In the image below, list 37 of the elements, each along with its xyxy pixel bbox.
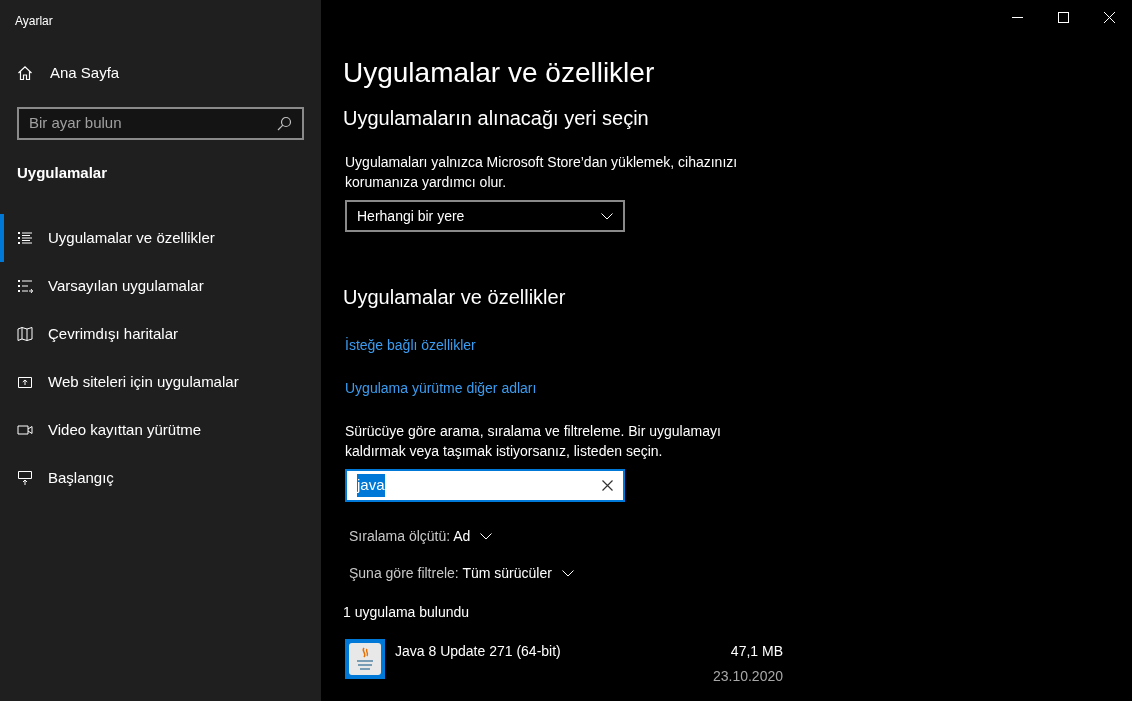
nav-item[interactable]: Video kayıttan yürütme (0, 406, 321, 454)
search-field[interactable]: Bir ayar bulun (17, 106, 304, 140)
app-size: 47,1 MB (730, 642, 783, 661)
search-icon (277, 115, 292, 131)
link[interactable]: Uygulama yürütme diğer adları (345, 378, 537, 399)
close-icon (1103, 11, 1115, 23)
home-link[interactable]: Ana Sayfa (50, 62, 120, 85)
app-name: Java 8 Update 271 (64-bit) (395, 642, 562, 661)
section-heading: Uygulamalar ve özellikler (343, 285, 566, 310)
section-heading: Uygulamalar (17, 162, 108, 183)
coffee-cup-icon (345, 639, 385, 679)
video-icon (17, 422, 33, 438)
description-text: Sürücüye göre arama, sıralama ve filtreleme. Bir uygulamayı kaldırmak veya taşımak istiyorsanız, listeden seçin. (345, 422, 722, 461)
filter-dropdown[interactable]: Şuna göre filtrele: Tüm sürücüler (349, 563, 552, 584)
nav-item[interactable]: Varsayılan uygulamalar (0, 262, 321, 310)
description-text: Uygulamaları yalnızca Microsoft Store’dan yüklemek, cihazınızı korumanıza yardımcı olur. (345, 153, 739, 192)
location-dropdown[interactable]: Herhangi bir yere (345, 200, 625, 232)
section-heading: Uygulamaların alınacağı yeri seçin (343, 106, 649, 131)
chevron-down-icon (601, 212, 613, 220)
list-icon (17, 230, 33, 246)
nav-item[interactable]: Başlangıç (0, 454, 321, 502)
nav-item[interactable]: Uygulamalar ve özellikler (0, 214, 321, 262)
nav-item[interactable]: Çevrimdışı haritalar (0, 310, 321, 358)
clear-icon (602, 480, 613, 491)
home-icon (17, 65, 33, 82)
nav-item[interactable]: Web siteleri için uygulamalar (0, 358, 321, 406)
map-icon (17, 326, 33, 342)
page-title: Uygulamalar ve özellikler (343, 56, 655, 90)
app-search-field[interactable]: java (345, 469, 625, 502)
maximize-icon (1057, 11, 1069, 23)
window-title: Ayarlar (15, 13, 53, 30)
chevron-down-icon (561, 570, 574, 577)
link[interactable]: İsteğe bağlı özellikler (345, 335, 476, 356)
result-count: 1 uygulama bulundu (343, 603, 470, 622)
chevron-down-icon (480, 533, 493, 540)
sort-dropdown[interactable]: Sıralama ölçütü: Ad (349, 526, 471, 547)
app-date: 23.10.2020 (712, 667, 783, 686)
